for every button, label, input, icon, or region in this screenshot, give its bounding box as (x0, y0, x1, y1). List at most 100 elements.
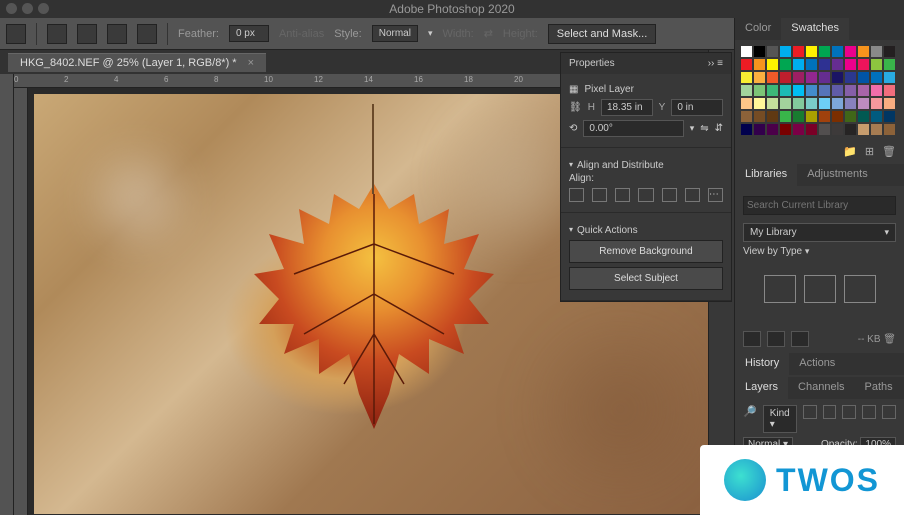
rotate-field[interactable]: 0.00° (583, 120, 683, 137)
swatch[interactable] (871, 111, 882, 122)
view-by-label[interactable]: View by Type ▾ (743, 246, 896, 257)
chevron-down-icon[interactable]: ▾ (428, 28, 433, 39)
toolbox-collapsed[interactable] (0, 74, 14, 515)
align-vcenter-icon[interactable] (662, 188, 677, 202)
add-icon[interactable] (743, 331, 761, 347)
swatch[interactable] (793, 98, 804, 109)
swatch[interactable] (767, 59, 778, 70)
align-top-icon[interactable] (638, 188, 653, 202)
swatch[interactable] (832, 46, 843, 57)
swatch[interactable] (806, 98, 817, 109)
swatch[interactable] (858, 124, 869, 135)
swatch[interactable] (819, 98, 830, 109)
swatch[interactable] (871, 59, 882, 70)
swatch[interactable] (858, 46, 869, 57)
swatch[interactable] (780, 111, 791, 122)
filter-adj-icon[interactable] (823, 405, 837, 419)
swatch[interactable] (832, 72, 843, 83)
swatch[interactable] (793, 124, 804, 135)
swatch[interactable] (832, 111, 843, 122)
swatch[interactable] (767, 85, 778, 96)
filter-pixel-icon[interactable] (803, 405, 817, 419)
swatch[interactable] (780, 98, 791, 109)
flip-v-icon[interactable]: ⇵ (715, 123, 723, 134)
h-field[interactable]: 18.35 in (601, 99, 653, 116)
swatch[interactable] (871, 85, 882, 96)
new-swatch-icon[interactable]: ⊞ (865, 145, 874, 158)
remove-background-button[interactable]: Remove Background (569, 240, 723, 263)
swatch[interactable] (806, 46, 817, 57)
tab-libraries[interactable]: Libraries (735, 164, 797, 186)
swatch[interactable] (806, 124, 817, 135)
quick-actions-header[interactable]: Quick Actions (569, 225, 723, 236)
swatch[interactable] (884, 46, 895, 57)
close-icon[interactable]: × (248, 57, 254, 69)
swatch[interactable] (767, 98, 778, 109)
tool-preset-icon[interactable] (6, 24, 26, 44)
cloud-icon[interactable] (767, 331, 785, 347)
tab-paths[interactable]: Paths (855, 377, 903, 399)
sel-sub-icon[interactable] (107, 24, 127, 44)
feather-field[interactable]: 0 px (229, 25, 269, 42)
filter-shape-icon[interactable] (862, 405, 876, 419)
traffic-lights[interactable] (6, 3, 49, 14)
swatch[interactable] (793, 85, 804, 96)
swatch[interactable] (741, 85, 752, 96)
swatch[interactable] (767, 111, 778, 122)
swatch[interactable] (884, 124, 895, 135)
swatch[interactable] (845, 98, 856, 109)
swatch[interactable] (819, 72, 830, 83)
trash-icon[interactable]: 🗑 (883, 334, 896, 345)
flip-h-icon[interactable]: ⇋ (700, 123, 708, 134)
search-input[interactable] (743, 196, 896, 215)
swatch[interactable] (741, 98, 752, 109)
align-bottom-icon[interactable] (685, 188, 700, 202)
swatch[interactable] (793, 111, 804, 122)
swatch[interactable] (754, 111, 765, 122)
sel-new-icon[interactable] (47, 24, 67, 44)
swatch[interactable] (884, 72, 895, 83)
swatch[interactable] (858, 59, 869, 70)
filter-type-icon[interactable] (842, 405, 856, 419)
swatch[interactable] (845, 124, 856, 135)
tab-actions[interactable]: Actions (789, 353, 845, 375)
swatch[interactable] (767, 124, 778, 135)
swatch[interactable] (845, 85, 856, 96)
swatch[interactable] (832, 59, 843, 70)
filter-smart-icon[interactable] (882, 405, 896, 419)
ruler-vertical[interactable] (14, 88, 28, 515)
tab-adjustments[interactable]: Adjustments (797, 164, 878, 186)
chevron-down-icon[interactable]: ▾ (690, 123, 695, 134)
folder-icon[interactable]: 📁 (843, 145, 857, 158)
swatch[interactable] (819, 111, 830, 122)
swatch[interactable] (741, 124, 752, 135)
link-icon[interactable]: ⛓ (569, 102, 582, 113)
swatch[interactable] (806, 111, 817, 122)
swatch[interactable] (754, 124, 765, 135)
swatch[interactable] (780, 124, 791, 135)
swatch[interactable] (819, 59, 830, 70)
swatch[interactable] (767, 46, 778, 57)
swatch[interactable] (793, 72, 804, 83)
align-section-header[interactable]: Align and Distribute (569, 160, 723, 171)
swatch[interactable] (780, 59, 791, 70)
document-tab[interactable]: HKG_8402.NEF @ 25% (Layer 1, RGB/8*) * × (8, 53, 266, 72)
swatch[interactable] (780, 46, 791, 57)
swatch[interactable] (793, 59, 804, 70)
tab-color[interactable]: Color (735, 18, 781, 40)
swatch[interactable] (754, 59, 765, 70)
swatch[interactable] (754, 72, 765, 83)
search-icon[interactable]: 🔎 (743, 405, 757, 433)
swatch[interactable] (741, 72, 752, 83)
swatch[interactable] (858, 98, 869, 109)
swatch[interactable] (741, 46, 752, 57)
tab-layers[interactable]: Layers (735, 377, 788, 399)
swatch[interactable] (793, 46, 804, 57)
swatch[interactable] (871, 72, 882, 83)
select-subject-button[interactable]: Select Subject (569, 267, 723, 290)
tab-swatches[interactable]: Swatches (781, 18, 849, 40)
tab-channels[interactable]: Channels (788, 377, 854, 399)
swatch[interactable] (832, 124, 843, 135)
align-left-icon[interactable] (569, 188, 584, 202)
swatch[interactable] (741, 59, 752, 70)
